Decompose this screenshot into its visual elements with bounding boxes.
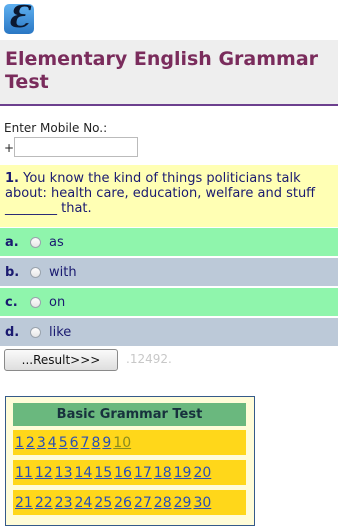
test-link-18[interactable]: 18	[154, 465, 172, 481]
test-link-6[interactable]: 6	[70, 435, 79, 451]
test-link-23[interactable]: 23	[55, 495, 73, 511]
test-link-7[interactable]: 7	[81, 435, 90, 451]
test-link-21[interactable]: 21	[15, 495, 33, 511]
page-title: Elementary English Grammar Test	[5, 48, 319, 93]
app-logo-icon: Ɛ	[4, 4, 34, 34]
option-label: with	[49, 264, 77, 280]
test-link-12[interactable]: 12	[35, 465, 53, 481]
option-letter: c.	[5, 294, 18, 310]
test-link-16[interactable]: 16	[114, 465, 132, 481]
radio-button[interactable]	[30, 326, 41, 338]
test-link-1[interactable]: 1	[15, 435, 24, 451]
option-letter: d.	[5, 324, 20, 340]
test-links-row-1: 1 2 3 4 5 6 7 8 9 10	[13, 430, 246, 455]
option-letter: a.	[5, 234, 19, 250]
option-d[interactable]: d. like	[0, 318, 338, 346]
radio-button[interactable]	[30, 266, 41, 278]
result-score: .12492.	[126, 352, 172, 366]
test-link-19[interactable]: 19	[174, 465, 192, 481]
test-links-row-2: 11 12 13 14 15 16 17 18 19 20	[13, 460, 246, 485]
test-link-30[interactable]: 30	[193, 495, 211, 511]
panel-heading: Basic Grammar Test	[13, 403, 246, 426]
test-link-25[interactable]: 25	[94, 495, 112, 511]
test-link-10[interactable]: 10	[113, 435, 131, 451]
test-link-5[interactable]: 5	[59, 435, 68, 451]
test-link-11[interactable]: 11	[15, 465, 33, 481]
title-bar: Elementary English Grammar Test	[0, 40, 338, 106]
test-link-20[interactable]: 20	[193, 465, 211, 481]
option-label: on	[49, 294, 66, 310]
test-link-9[interactable]: 9	[102, 435, 111, 451]
option-b[interactable]: b. with	[0, 258, 338, 286]
result-button[interactable]: ...Result>>>	[4, 349, 118, 371]
test-link-2[interactable]: 2	[26, 435, 35, 451]
radio-button[interactable]	[30, 236, 41, 248]
option-label: as	[49, 234, 64, 250]
option-label: like	[49, 324, 72, 340]
mobile-number-input[interactable]	[14, 137, 138, 157]
test-link-28[interactable]: 28	[154, 495, 172, 511]
test-links-row-3: 21 22 23 24 25 26 27 28 29 30	[13, 490, 246, 515]
option-letter: b.	[5, 264, 20, 280]
test-link-24[interactable]: 24	[74, 495, 92, 511]
mobile-label: Enter Mobile No.:	[4, 121, 108, 135]
basic-grammar-test-panel: Basic Grammar Test 1 2 3 4 5 6 7 8 9 10 …	[5, 396, 255, 526]
logo-letter: Ɛ	[8, 4, 30, 34]
option-c[interactable]: c. on	[0, 288, 338, 316]
test-link-3[interactable]: 3	[37, 435, 46, 451]
test-link-17[interactable]: 17	[134, 465, 152, 481]
mobile-prefix: +	[4, 141, 15, 155]
test-link-4[interactable]: 4	[48, 435, 57, 451]
test-link-29[interactable]: 29	[174, 495, 192, 511]
test-link-22[interactable]: 22	[35, 495, 53, 511]
test-link-27[interactable]: 27	[134, 495, 152, 511]
option-a[interactable]: a. as	[0, 228, 338, 256]
test-link-13[interactable]: 13	[55, 465, 73, 481]
test-link-8[interactable]: 8	[91, 435, 100, 451]
question-number: 1.	[5, 171, 19, 186]
radio-button[interactable]	[30, 296, 41, 308]
question-body: You know the kind of things politicians …	[5, 171, 316, 216]
question-text: 1. You know the kind of things politicia…	[0, 165, 338, 227]
test-link-26[interactable]: 26	[114, 495, 132, 511]
test-link-15[interactable]: 15	[94, 465, 112, 481]
test-link-14[interactable]: 14	[74, 465, 92, 481]
